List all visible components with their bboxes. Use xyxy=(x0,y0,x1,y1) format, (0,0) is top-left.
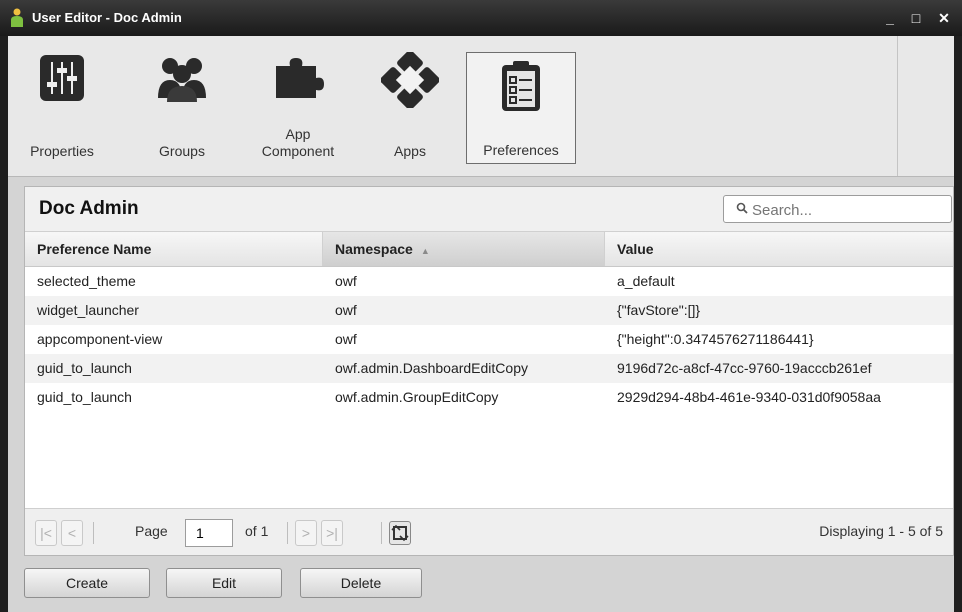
page-count: of 1 xyxy=(245,523,269,539)
editor-toolbar: Properties Groups App Component Apps Pre… xyxy=(8,36,954,177)
create-button[interactable]: Create xyxy=(24,568,150,598)
tab-apps-label: Apps xyxy=(394,143,426,159)
tab-groups-label: Groups xyxy=(159,143,205,159)
cell-namespace: owf xyxy=(335,331,357,347)
cell-preference-name: guid_to_launch xyxy=(37,360,132,376)
display-info: Displaying 1 - 5 of 5 xyxy=(819,523,943,539)
column-header-label: Preference Name xyxy=(37,241,152,257)
grid-header: Preference Name Namespace ▲ Value xyxy=(25,232,953,267)
title-bar[interactable]: User Editor - Doc Admin _ □ ✕ xyxy=(0,0,962,36)
cell-namespace: owf.admin.GroupEditCopy xyxy=(335,389,499,405)
sort-ascending-icon: ▲ xyxy=(420,246,430,256)
page-label: Page xyxy=(135,523,168,539)
tab-groups[interactable]: Groups xyxy=(134,52,230,164)
column-header-value[interactable]: Value xyxy=(605,232,953,266)
delete-button[interactable]: Delete xyxy=(300,568,422,598)
apps-icon xyxy=(381,52,439,108)
search-box[interactable] xyxy=(723,195,952,223)
cell-value: a_default xyxy=(617,273,675,289)
toolbar-divider xyxy=(897,36,898,176)
first-page-icon[interactable]: |< xyxy=(35,520,57,546)
group-icon xyxy=(158,58,206,102)
tab-preferences-label: Preferences xyxy=(483,142,559,158)
table-row[interactable]: guid_to_launch owf.admin.DashboardEditCo… xyxy=(25,354,953,383)
cell-preference-name: guid_to_launch xyxy=(37,389,132,405)
column-header-label: Namespace xyxy=(335,241,413,257)
cell-preference-name: selected_theme xyxy=(37,273,136,289)
cell-value: 2929d294-48b4-461e-9340-031d0f9058aa xyxy=(617,389,881,405)
tab-preferences[interactable]: Preferences xyxy=(466,52,576,164)
last-page-icon[interactable]: >| xyxy=(321,520,343,546)
paging-toolbar: |< < Page of 1 > >| Displaying 1 - 5 xyxy=(25,508,953,555)
column-header-namespace[interactable]: Namespace ▲ xyxy=(323,232,605,266)
prev-page-icon[interactable]: < xyxy=(61,520,83,546)
page-number-input[interactable] xyxy=(185,519,233,547)
tab-app-component-label: App Component xyxy=(261,126,335,159)
search-input[interactable] xyxy=(750,199,944,221)
puzzle-icon xyxy=(276,58,324,98)
table-row[interactable]: guid_to_launch owf.admin.GroupEditCopy 2… xyxy=(25,383,953,412)
window-title: User Editor - Doc Admin xyxy=(32,10,182,25)
search-icon xyxy=(736,202,748,214)
editor-content: Properties Groups App Component Apps Pre… xyxy=(8,36,954,612)
tab-properties-label: Properties xyxy=(30,143,94,159)
user-editor-window: User Editor - Doc Admin _ □ ✕ Properties xyxy=(0,0,962,612)
grid-body: selected_theme owf a_default widget_laun… xyxy=(25,267,953,412)
pager-divider xyxy=(381,522,382,544)
maximize-icon[interactable]: □ xyxy=(906,9,926,27)
edit-button[interactable]: Edit xyxy=(166,568,282,598)
refresh-icon[interactable] xyxy=(389,521,411,545)
pager-divider xyxy=(287,522,288,544)
next-page-icon[interactable]: > xyxy=(295,520,317,546)
action-bar: Create Edit Delete xyxy=(8,564,954,612)
preferences-panel: Doc Admin Preference Name Namespace ▲ Val… xyxy=(24,186,954,556)
sliders-icon xyxy=(40,55,84,101)
tab-properties[interactable]: Properties xyxy=(12,52,112,164)
minimize-icon[interactable]: _ xyxy=(880,9,900,27)
cell-value: {"height":0.3474576271186441} xyxy=(617,331,814,347)
table-row[interactable]: widget_launcher owf {"favStore":[]} xyxy=(25,296,953,325)
column-header-label: Value xyxy=(617,241,654,257)
cell-preference-name: widget_launcher xyxy=(37,302,139,318)
pager-divider xyxy=(93,522,94,544)
panel-title: Doc Admin xyxy=(39,198,139,219)
cell-value: 9196d72c-a8cf-47cc-9760-19acccb261ef xyxy=(617,360,872,376)
tab-apps[interactable]: Apps xyxy=(366,52,454,164)
column-header-preference-name[interactable]: Preference Name xyxy=(25,232,323,266)
tab-app-component[interactable]: App Component xyxy=(248,52,348,164)
table-row[interactable]: selected_theme owf a_default xyxy=(25,267,953,296)
clipboard-icon xyxy=(502,61,540,111)
cell-value: {"favStore":[]} xyxy=(617,302,701,318)
cell-namespace: owf xyxy=(335,273,357,289)
close-icon[interactable]: ✕ xyxy=(934,9,954,27)
panel-header: Doc Admin xyxy=(25,187,953,232)
cell-preference-name: appcomponent-view xyxy=(37,331,163,347)
user-icon xyxy=(11,8,23,27)
cell-namespace: owf xyxy=(335,302,357,318)
cell-namespace: owf.admin.DashboardEditCopy xyxy=(335,360,528,376)
table-row[interactable]: appcomponent-view owf {"height":0.347457… xyxy=(25,325,953,354)
